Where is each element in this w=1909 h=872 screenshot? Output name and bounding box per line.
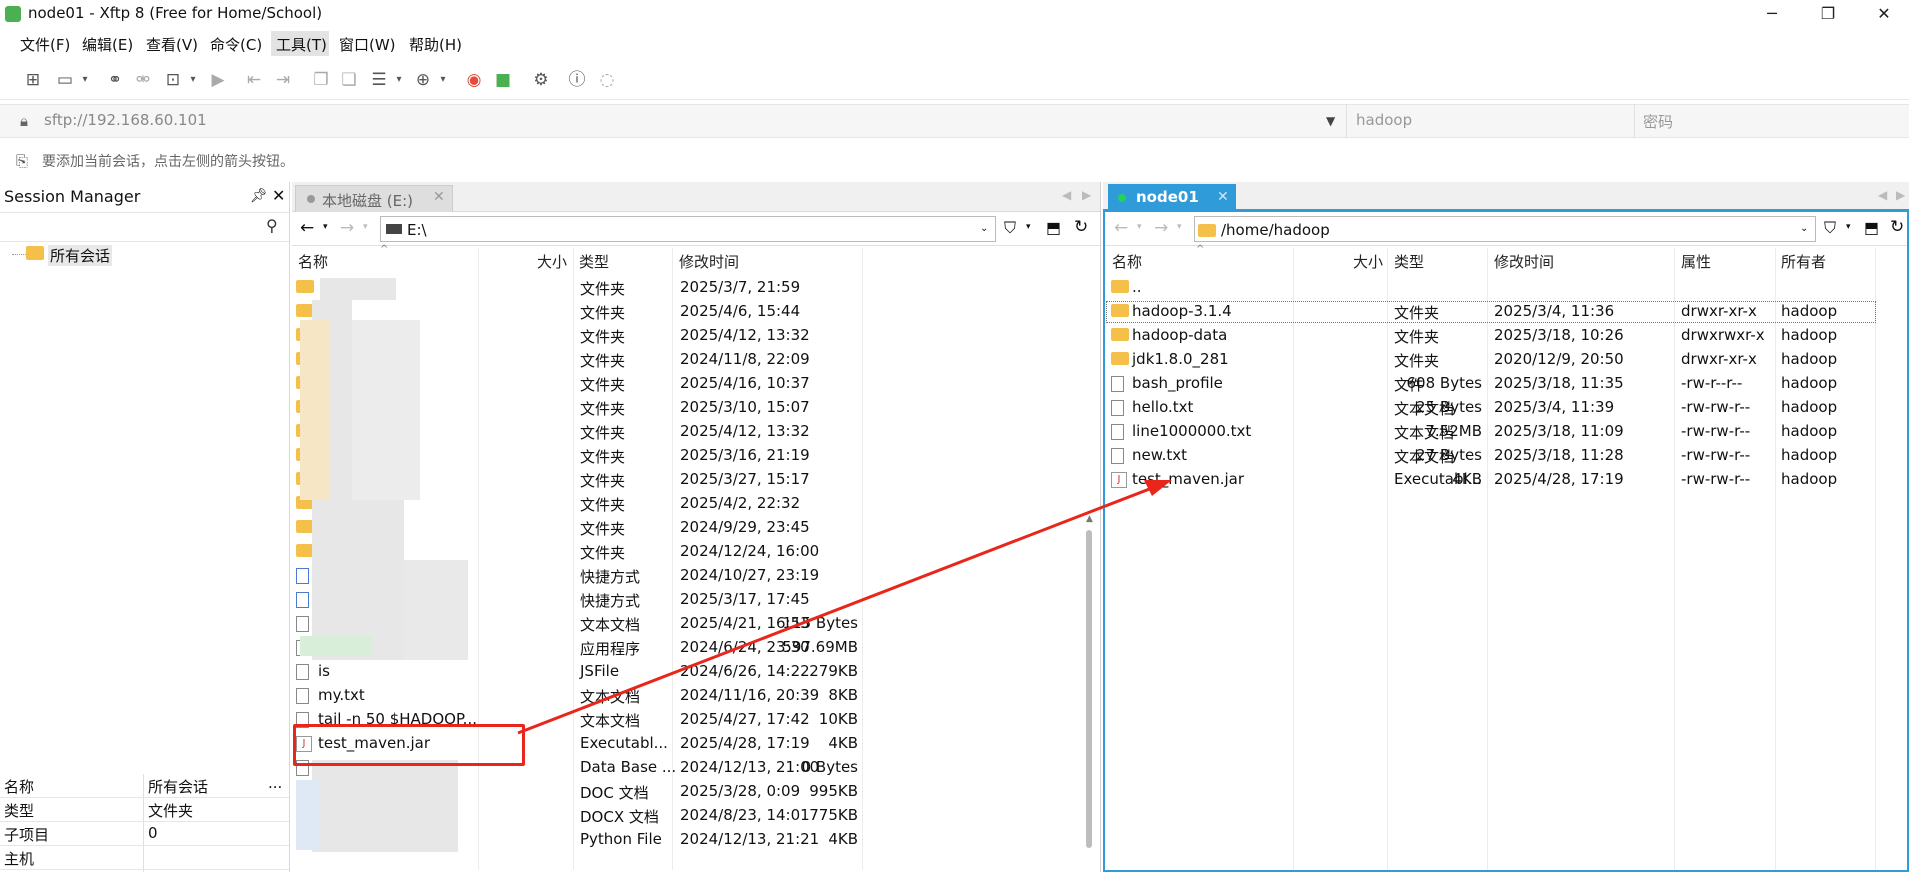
arrow-head [1144, 480, 1172, 496]
annotation-arrow [517, 480, 1172, 735]
arrow-line [517, 486, 1153, 735]
